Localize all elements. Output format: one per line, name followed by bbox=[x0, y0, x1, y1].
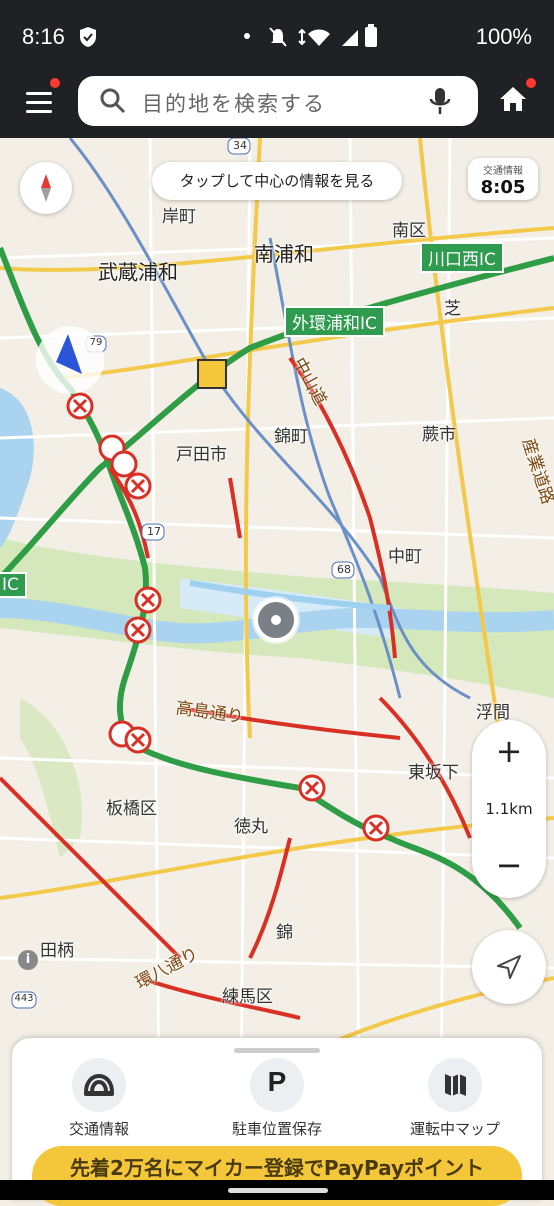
ic-label-edge: IC bbox=[0, 572, 27, 598]
scale-label: 1.1km bbox=[485, 800, 533, 818]
map-label-warabi-shi: 蕨市 bbox=[422, 425, 456, 445]
microphone-icon[interactable] bbox=[428, 86, 452, 116]
map-label-toda-shi: 戸田市 bbox=[176, 445, 227, 465]
home-notification-badge bbox=[526, 78, 536, 88]
ic-label-gaikan-urawa: 外環浦和IC bbox=[284, 306, 385, 337]
compass-icon bbox=[41, 174, 51, 202]
zoom-in-button[interactable]: + bbox=[472, 732, 546, 770]
map-icon bbox=[428, 1058, 482, 1112]
save-parking-button-label: 駐車位置保存 bbox=[231, 1120, 322, 1138]
notification-dot-icon bbox=[244, 33, 250, 39]
map-label-nerima-ku: 練馬区 bbox=[222, 987, 273, 1007]
map-label-nakacho: 中町 bbox=[388, 547, 422, 567]
battery-percent: 100% bbox=[475, 24, 532, 49]
mute-icon bbox=[269, 27, 287, 47]
shield-icon bbox=[80, 27, 96, 47]
info-icon[interactable]: i bbox=[18, 950, 38, 970]
traffic-info-button[interactable]: 交通情報 bbox=[24, 1058, 174, 1138]
bottom-sheet: 交通情報 P 駐車位置保存 運転中マップ 先着2万名にマイカー登録でPayPay… bbox=[12, 1038, 542, 1206]
map-label-minami-urawa: 南浦和 bbox=[254, 242, 314, 266]
route-number-68: 68 bbox=[337, 563, 351, 576]
current-location-button[interactable] bbox=[472, 930, 546, 1004]
traffic-icon bbox=[72, 1058, 126, 1112]
signal-icon bbox=[342, 30, 358, 46]
status-time: 8:16 bbox=[22, 24, 65, 49]
zoom-out-button[interactable]: − bbox=[472, 846, 546, 884]
map-label-minami-ku: 南区 bbox=[392, 221, 426, 241]
route-number-17: 17 bbox=[147, 525, 161, 538]
map-label-tagara: 田柄 bbox=[40, 941, 74, 961]
home-gesture-handle[interactable] bbox=[228, 1188, 328, 1193]
parking-icon: P bbox=[250, 1058, 304, 1112]
traffic-info-time[interactable]: 交通情報 8:05 bbox=[468, 158, 538, 200]
route-number-34: 34 bbox=[233, 139, 247, 152]
map-label-nishiki: 錦 bbox=[276, 923, 293, 943]
top-bar: 目的地を検索する bbox=[0, 72, 554, 138]
navigation-arrow-icon bbox=[497, 955, 521, 979]
home-button[interactable] bbox=[498, 84, 536, 122]
map-label-itabashi-ku: 板橋区 bbox=[106, 799, 157, 819]
center-info-button[interactable]: タップして中心の情報を見る bbox=[152, 162, 402, 200]
map-label-musashi-urawa: 武蔵浦和 bbox=[98, 260, 178, 284]
status-bar: 8:16 100% bbox=[0, 0, 554, 72]
search-input[interactable]: 目的地を検索する bbox=[78, 76, 478, 126]
save-parking-button[interactable]: P 駐車位置保存 bbox=[202, 1058, 352, 1138]
battery-icon bbox=[365, 24, 377, 47]
driving-map-button-label: 運転中マップ bbox=[409, 1120, 500, 1138]
system-nav-bar bbox=[0, 1180, 554, 1200]
search-icon bbox=[100, 88, 126, 114]
driving-map-button[interactable]: 運転中マップ bbox=[380, 1058, 530, 1138]
map-label-higashi-sakashita: 東坂下 bbox=[408, 763, 459, 783]
map-label-shiba: 芝 bbox=[444, 299, 461, 319]
ic-label-kawaguchi-nishi: 川口西IC bbox=[420, 242, 504, 273]
menu-notification-badge bbox=[50, 78, 60, 88]
zoom-controls: + 1.1km − bbox=[472, 720, 546, 898]
traffic-info-button-label: 交通情報 bbox=[68, 1120, 129, 1138]
route-number-443: 443 bbox=[14, 993, 34, 1004]
sheet-handle[interactable] bbox=[234, 1048, 320, 1053]
map-label-nishikicho: 錦町 bbox=[274, 427, 308, 447]
home-icon bbox=[500, 87, 526, 111]
wifi-icon bbox=[298, 28, 330, 46]
map-label-kishicho: 岸町 bbox=[162, 207, 196, 227]
traffic-info-label: 交通情報 bbox=[483, 166, 523, 177]
compass-button[interactable] bbox=[20, 162, 72, 214]
menu-button[interactable] bbox=[22, 86, 56, 120]
search-placeholder: 目的地を検索する bbox=[142, 92, 326, 116]
route-number-79: 79 bbox=[89, 337, 103, 348]
map-label-tokumaru: 徳丸 bbox=[234, 817, 268, 837]
traffic-info-value: 8:05 bbox=[480, 177, 526, 198]
